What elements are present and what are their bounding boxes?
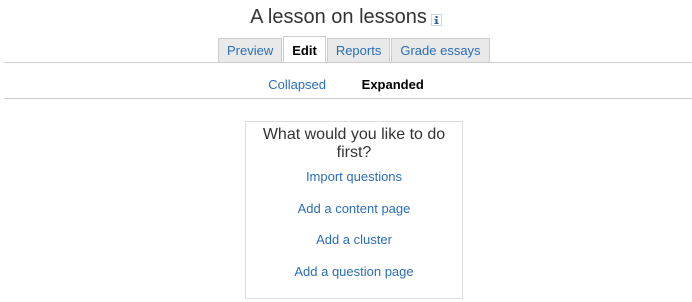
lesson-edit-page: A lesson on lessons Preview Edit Reports…	[0, 0, 692, 302]
tab-reports[interactable]: Reports	[326, 38, 391, 62]
add-content-page-link[interactable]: Add a content page	[246, 201, 462, 216]
add-cluster-link[interactable]: Add a cluster	[246, 232, 462, 247]
first-action-heading: What would you like to do first?	[262, 126, 446, 161]
info-icon[interactable]	[430, 13, 442, 26]
tab-preview[interactable]: Preview	[218, 38, 283, 62]
subtabs-divider	[4, 98, 692, 99]
import-questions-link[interactable]: Import questions	[246, 169, 462, 184]
tab-edit[interactable]: Edit	[283, 36, 326, 63]
page-header: A lesson on lessons	[0, 6, 692, 29]
add-question-page-link[interactable]: Add a question page	[246, 264, 462, 279]
tabs-divider	[4, 62, 692, 63]
subtab-collapsed[interactable]: Collapsed	[252, 77, 342, 92]
subtab-expanded: Expanded	[361, 77, 424, 92]
view-mode-tabs: Collapsed Expanded	[0, 77, 692, 92]
lesson-tabs: Preview Edit Reports Grade essays	[218, 36, 491, 63]
first-action-box: What would you like to do first? Import …	[245, 121, 463, 299]
tab-grade-essays[interactable]: Grade essays	[391, 38, 490, 62]
page-title: A lesson on lessons	[250, 6, 427, 28]
